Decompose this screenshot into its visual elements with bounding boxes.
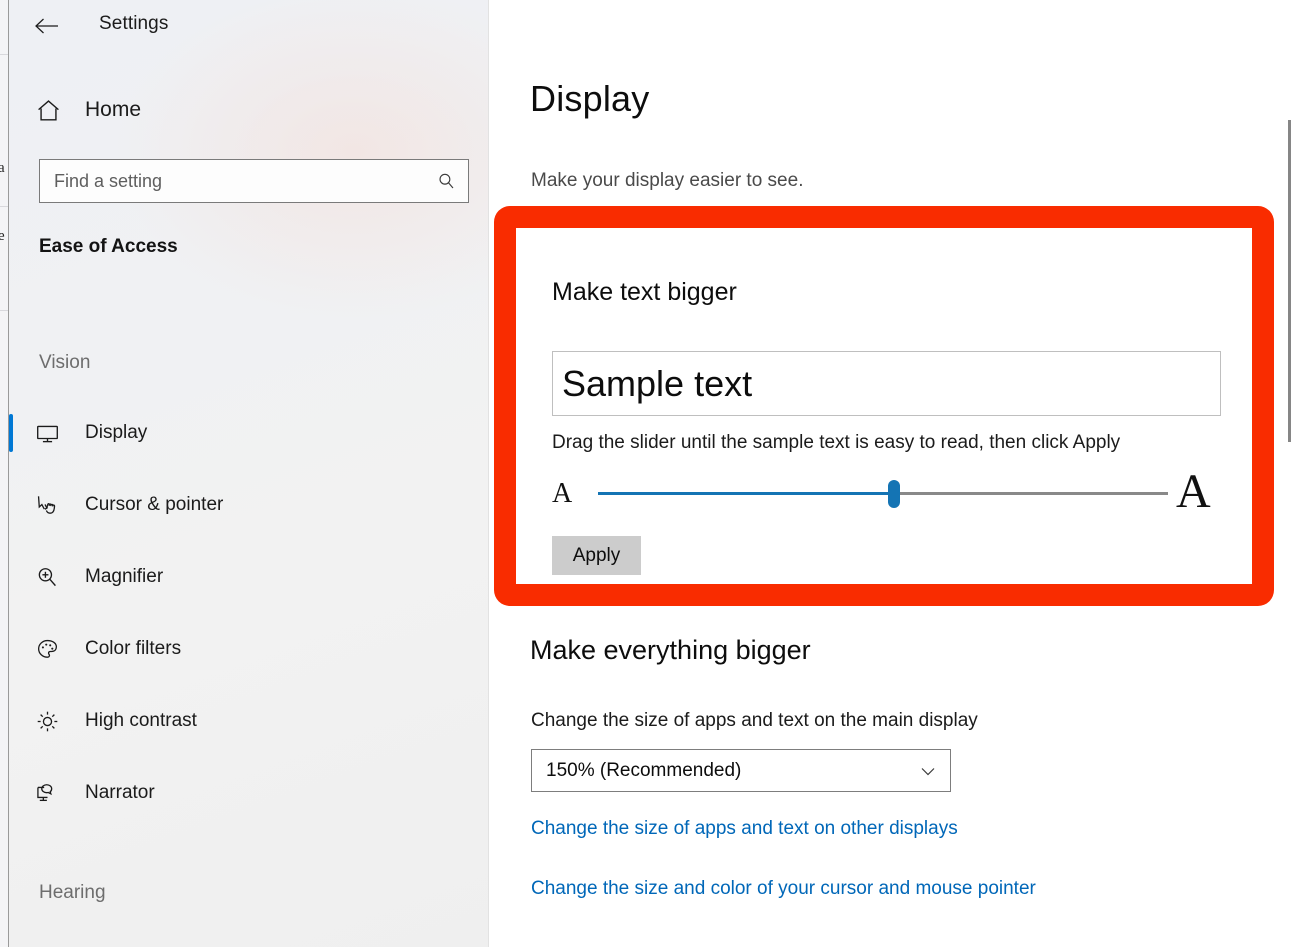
scrollbar-thumb[interactable] [1288, 120, 1291, 442]
section-heading: Make text bigger [552, 278, 737, 306]
slider-thumb[interactable] [888, 480, 901, 508]
bg-divider [0, 206, 8, 207]
sidebar-item-magnifier[interactable]: Magnifier [9, 553, 489, 601]
sidebar-item-label: Narrator [85, 782, 155, 803]
sidebar-item-home[interactable]: Home [9, 84, 489, 136]
sidebar-item-label: Home [85, 98, 142, 121]
main-content: Display Make your display easier to see.… [490, 0, 1293, 947]
page-subtitle: Make your display easier to see. [531, 170, 804, 191]
slider-track[interactable] [598, 480, 1168, 508]
slider-fill [598, 492, 895, 495]
scale-description: Change the size of apps and text on the … [531, 710, 978, 731]
bg-divider [0, 310, 8, 311]
narrator-icon [35, 781, 83, 806]
chevron-down-icon [906, 750, 950, 791]
bg-divider [0, 54, 8, 55]
sidebar-item-label: Cursor & pointer [85, 494, 224, 515]
sidebar-group-vision: Vision [39, 352, 91, 373]
home-icon [35, 97, 83, 124]
search-box[interactable] [39, 159, 469, 203]
brightness-icon [35, 709, 83, 734]
cursor-pointer-icon [35, 493, 83, 518]
monitor-icon [35, 421, 83, 446]
sample-text-preview: Sample text [552, 351, 1221, 416]
window-title: Settings [99, 13, 169, 34]
sidebar: Home Ease of Access Vision [9, 0, 489, 947]
sidebar-item-color-filters[interactable]: Color filters [9, 625, 489, 673]
sidebar-item-high-contrast[interactable]: High contrast [9, 697, 489, 745]
bg-text-fragment: a [0, 160, 5, 176]
sidebar-item-narrator[interactable]: Narrator [9, 769, 489, 817]
display-scale-value: 150% (Recommended) [546, 759, 742, 781]
make-everything-bigger-heading: Make everything bigger [530, 635, 811, 665]
sidebar-item-label: Color filters [85, 638, 182, 659]
palette-icon [35, 637, 83, 662]
sidebar-item-label: Display [85, 422, 148, 443]
sidebar-category-title: Ease of Access [39, 236, 178, 257]
highlight-annotation: Make text bigger Sample text Drag the sl… [494, 206, 1274, 606]
page-title: Display [530, 78, 650, 119]
sidebar-item-label: High contrast [85, 710, 197, 731]
make-text-bigger-section: Make text bigger Sample text Drag the sl… [516, 228, 1252, 584]
sample-text-value: Sample text [562, 362, 753, 404]
selection-indicator [9, 414, 13, 452]
background-window-sliver: a e [0, 0, 8, 947]
slider-min-label: A [552, 478, 573, 509]
search-icon[interactable] [424, 160, 468, 202]
text-size-slider[interactable]: A A [552, 468, 1222, 524]
search-input[interactable] [40, 170, 424, 192]
scrollbar[interactable] [1285, 54, 1293, 947]
back-arrow-icon[interactable] [23, 4, 71, 48]
slider-hint-text: Drag the slider until the sample text is… [552, 432, 1121, 453]
apply-button[interactable]: Apply [552, 536, 641, 575]
sidebar-item-display[interactable]: Display [9, 409, 489, 457]
settings-window: Home Ease of Access Vision [8, 0, 1293, 947]
sidebar-item-label: Magnifier [85, 566, 164, 587]
display-scale-dropdown[interactable]: 150% (Recommended) [531, 749, 951, 792]
magnifier-icon [35, 565, 83, 590]
sidebar-item-cursor-pointer[interactable]: Cursor & pointer [9, 481, 489, 529]
bg-text-fragment: e [0, 228, 5, 244]
link-cursor-and-pointer[interactable]: Change the size and color of your cursor… [531, 878, 1036, 900]
sidebar-group-hearing: Hearing [39, 882, 106, 903]
slider-max-label: A [1176, 465, 1211, 518]
link-other-displays[interactable]: Change the size of apps and text on othe… [531, 818, 958, 840]
